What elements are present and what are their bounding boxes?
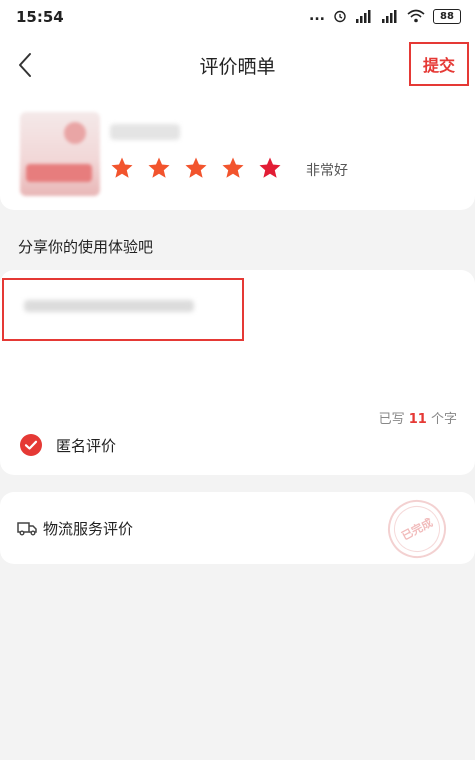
product-rating-card: 非常好 [0,98,475,210]
status-bar: 15:54 ... 88 [0,0,475,34]
status-icons: ... 88 [309,8,461,24]
star-icon[interactable] [147,156,171,180]
product-thumbnail [20,112,100,196]
wifi-icon [407,9,425,23]
review-card: 已写 11 个字 匿名评价 [0,270,475,475]
star-icon[interactable] [184,156,208,180]
logistics-card[interactable]: 物流服务评价 已完成 [0,489,475,569]
review-text-input[interactable] [2,278,244,341]
submit-button[interactable]: 提交 [409,42,469,86]
star-icon[interactable] [221,156,245,180]
char-count: 已写 11 个字 [379,408,457,427]
star-icon[interactable] [258,156,282,180]
star-icon[interactable] [110,156,134,180]
signal-hd-icon [356,10,371,23]
signal-icon [382,10,397,23]
battery-icon: 88 [433,8,461,24]
review-text [24,300,194,312]
anonymous-label: 匿名评价 [56,436,117,455]
header-bar: 评价晒单 提交 [0,34,475,98]
truck-icon [17,522,37,536]
completed-stamp-text: 已完成 [385,497,449,561]
rating-text: 非常好 [306,163,348,179]
char-count-number: 11 [408,412,427,427]
status-time: 15:54 [16,8,64,26]
share-prompt: 分享你的使用体验吧 [18,238,154,256]
completed-stamp: 已完成 [377,489,457,569]
char-count-suffix: 个字 [430,412,457,427]
page-title: 评价晒单 [199,56,276,78]
anonymous-toggle[interactable]: 匿名评价 [20,434,116,456]
char-count-prefix: 已写 [378,412,405,427]
product-name [110,124,180,140]
alarm-icon [334,10,346,23]
checked-icon[interactable] [20,434,42,456]
more-dots-icon: ... [309,8,325,24]
star-rating[interactable] [110,156,282,180]
logistics-label: 物流服务评价 [43,520,134,538]
